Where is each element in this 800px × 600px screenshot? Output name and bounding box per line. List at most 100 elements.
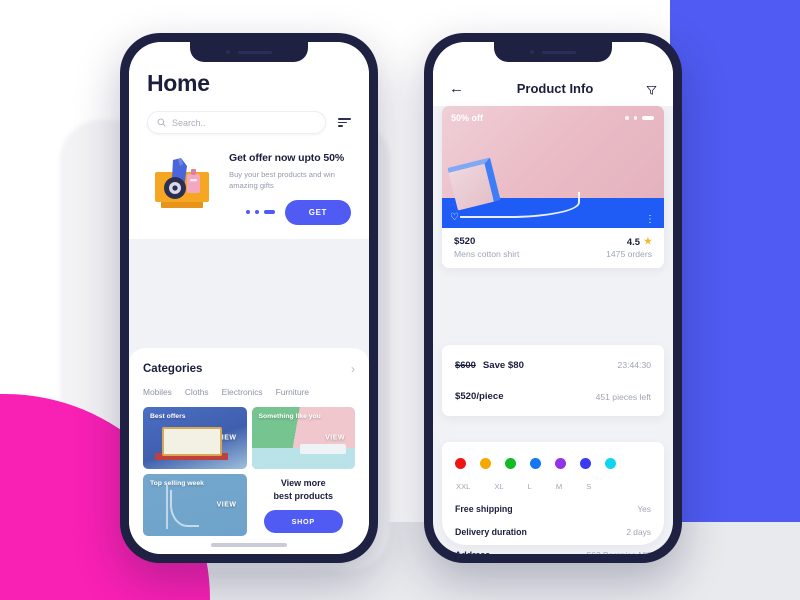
tile-best-offers[interactable]: Best offers VIEW bbox=[143, 407, 247, 469]
deal-row-unit: $520/piece 451 pieces left bbox=[442, 381, 664, 412]
category-tab-electronics[interactable]: Electronics bbox=[222, 387, 263, 397]
phone-notch bbox=[494, 42, 612, 62]
deal-card: $600 Save $80 23:44:30 $520/piece 451 pi… bbox=[442, 345, 664, 416]
tile-top-selling-week[interactable]: Top selling week VIEW bbox=[143, 474, 247, 536]
tile-something-like-you[interactable]: Something like you VIEW bbox=[251, 407, 355, 469]
detail-row-address: Address 563 Berenice Mill bbox=[455, 550, 651, 554]
heart-outline-icon[interactable]: ♡ bbox=[450, 212, 459, 223]
carousel-dot[interactable] bbox=[254, 210, 259, 215]
search-input[interactable]: Search.. bbox=[147, 111, 326, 134]
deal-row-savings: $600 Save $80 23:44:30 bbox=[442, 349, 664, 381]
detail-row-free-shipping: Free shipping Yes bbox=[455, 504, 651, 514]
size-option-s[interactable]: S bbox=[586, 482, 591, 491]
search-placeholder: Search.. bbox=[172, 117, 206, 128]
promo-illustration-svg bbox=[155, 158, 209, 208]
category-tab-furniture[interactable]: Furniture bbox=[276, 387, 310, 397]
categories-title: Categories bbox=[143, 363, 203, 375]
home-screen: Home Search.. Get offer now upto 50% Buy… bbox=[129, 42, 369, 554]
promo-subtitle: Buy your best products and win amazing g… bbox=[229, 170, 335, 191]
category-tiles: Best offers VIEW Something like you VIEW… bbox=[143, 407, 355, 536]
filter-lines-icon[interactable] bbox=[338, 117, 351, 128]
product-options-card: XXL XL L M S Free shipping Yes Delivery … bbox=[442, 442, 664, 554]
category-tabs: Mobiles Cloths Electronics Furniture bbox=[143, 387, 355, 397]
phone-notch bbox=[190, 42, 308, 62]
carousel-dot[interactable] bbox=[633, 116, 637, 120]
color-swatch-green[interactable] bbox=[505, 458, 516, 469]
view-more-line1: View more bbox=[280, 477, 326, 488]
earpiece-speaker bbox=[542, 50, 576, 54]
name-orders-row: Mens cotton shirt 1475 orders bbox=[442, 249, 664, 268]
design-canvas: Home Search.. Get offer now upto 50% Buy… bbox=[0, 0, 800, 600]
color-swatch-cyan[interactable] bbox=[605, 458, 616, 469]
product-price: $520 bbox=[454, 236, 476, 247]
product-hero-image[interactable]: 50% off ♡ ⋮ bbox=[442, 106, 664, 228]
detail-value: Yes bbox=[637, 504, 651, 514]
size-option-l[interactable]: L bbox=[528, 482, 532, 491]
categories-card: Categories › Mobiles Cloths Electronics … bbox=[129, 348, 369, 554]
carousel-dot-active[interactable] bbox=[642, 116, 654, 120]
funnel-icon[interactable] bbox=[646, 85, 657, 96]
chevron-right-icon[interactable]: › bbox=[351, 362, 355, 376]
deal-left: $600 Save $80 bbox=[455, 359, 524, 371]
tile-label: Something like you bbox=[258, 413, 321, 420]
carousel-dot[interactable] bbox=[625, 116, 629, 120]
product-orders: 1475 orders bbox=[606, 249, 652, 259]
carousel-dot-active[interactable] bbox=[263, 210, 275, 215]
tile-label: Best offers bbox=[150, 413, 186, 420]
page-title: Home bbox=[147, 70, 210, 96]
view-more-cta: View more best products SHOP bbox=[252, 474, 356, 536]
category-tab-cloths[interactable]: Cloths bbox=[185, 387, 209, 397]
color-swatch-red[interactable] bbox=[455, 458, 466, 469]
promo-actions: GET bbox=[229, 199, 351, 225]
search-row: Search.. bbox=[147, 111, 351, 134]
detail-label: Free shipping bbox=[455, 504, 513, 514]
stock-count: 451 pieces left bbox=[595, 391, 651, 402]
rating-value: 4.5 bbox=[626, 236, 640, 247]
shop-button[interactable]: SHOP bbox=[263, 509, 343, 533]
product-name: Mens cotton shirt bbox=[454, 249, 520, 259]
size-options: XXL XL L M S bbox=[455, 482, 651, 491]
earpiece-speaker bbox=[238, 50, 272, 54]
promo-text: Get offer now upto 50% Buy your best pro… bbox=[229, 150, 351, 225]
hero-carousel-dots[interactable] bbox=[625, 116, 654, 120]
size-option-xl[interactable]: XL bbox=[494, 482, 503, 491]
categories-header: Categories › bbox=[143, 362, 355, 376]
offer-badge: 50% off bbox=[451, 113, 484, 123]
price-rating-row: $520 4.5 ★ bbox=[442, 228, 664, 249]
tile-view-action[interactable]: VIEW bbox=[217, 435, 237, 442]
color-swatch-purple[interactable] bbox=[555, 458, 566, 469]
category-tab-mobiles[interactable]: Mobiles bbox=[143, 387, 172, 397]
product-info-screen: ← Product Info 50% off ♡ ⋮ $520 4.5 ★ Me… bbox=[433, 42, 673, 554]
home-top-card: Home Search.. Get offer now upto 50% Buy… bbox=[129, 42, 369, 239]
front-camera-icon bbox=[226, 50, 230, 54]
color-swatch-amber[interactable] bbox=[480, 458, 491, 469]
countdown-timer: 23:44:30 bbox=[617, 360, 651, 370]
star-icon: ★ bbox=[643, 236, 652, 246]
get-offer-button[interactable]: GET bbox=[284, 199, 351, 225]
search-icon bbox=[157, 118, 166, 127]
promo-title: Get offer now upto 50% bbox=[229, 152, 345, 164]
detail-value: 563 Berenice Mill bbox=[587, 550, 651, 554]
color-swatch-indigo[interactable] bbox=[580, 458, 591, 469]
unit-price: $520/piece bbox=[455, 391, 504, 402]
size-option-xxl[interactable]: XXL bbox=[456, 482, 470, 491]
carousel-dot[interactable] bbox=[245, 210, 250, 215]
product-summary-card: 50% off ♡ ⋮ $520 4.5 ★ Mens cotton shirt… bbox=[442, 106, 664, 268]
shopping-bag-illustration bbox=[147, 152, 219, 214]
size-option-m[interactable]: M bbox=[556, 482, 562, 491]
view-more-line2: best products bbox=[273, 490, 333, 501]
phone-mockup-home: Home Search.. Get offer now upto 50% Buy… bbox=[120, 33, 378, 563]
page-title: Product Info bbox=[516, 81, 594, 96]
color-swatches bbox=[455, 458, 651, 469]
kebab-menu-icon[interactable]: ⋮ bbox=[645, 215, 655, 225]
tile-view-action[interactable]: VIEW bbox=[217, 502, 237, 509]
save-amount: Save $80 bbox=[482, 360, 524, 371]
carousel-dots[interactable] bbox=[245, 210, 275, 215]
tile-view-action[interactable]: VIEW bbox=[325, 435, 345, 442]
detail-label: Delivery duration bbox=[455, 527, 527, 537]
color-swatch-blue[interactable] bbox=[530, 458, 541, 469]
back-arrow-icon[interactable]: ← bbox=[449, 81, 464, 96]
detail-value: 2 days bbox=[626, 527, 651, 537]
tile-label: Top selling week bbox=[150, 480, 204, 487]
product-rating: 4.5 ★ bbox=[627, 236, 652, 247]
